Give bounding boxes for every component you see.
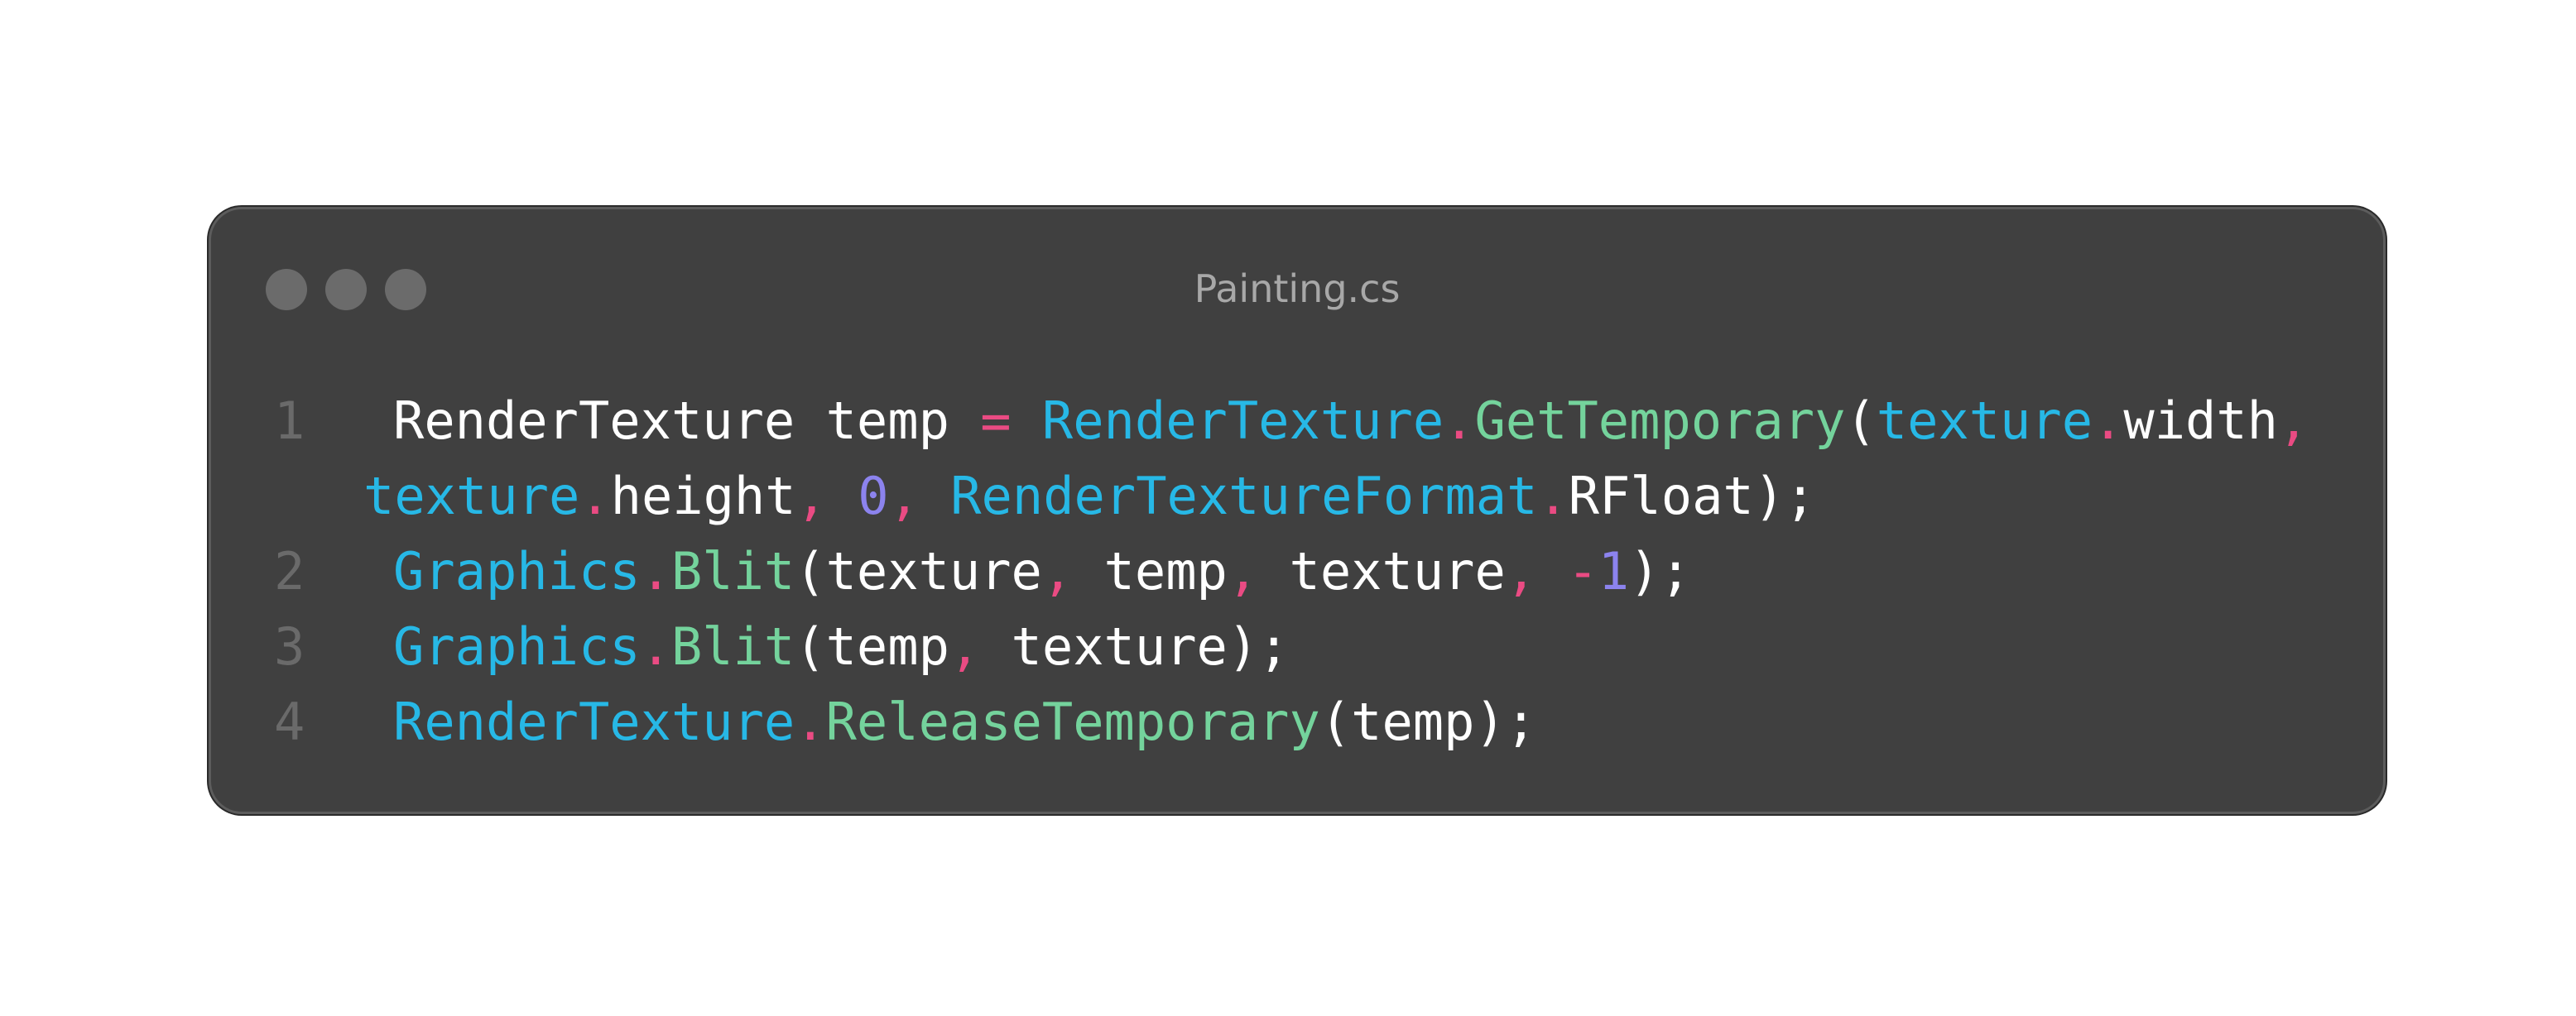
code-token: , [949,616,981,677]
code-token: Graphics [393,541,641,601]
line-number: 4 [274,692,305,752]
code-block: 1 RenderTexture temp = RenderTexture.GetT… [211,383,2383,760]
code-line: texture.height, 0, RenderTextureFormat.R… [211,458,2383,534]
code-token: (temp); [1319,692,1537,752]
code-token: texture [363,466,580,526]
code-text: RenderTexture.ReleaseTemporary(temp); [393,684,1536,760]
code-token: 0 [858,466,889,526]
code-text: Graphics.Blit(texture, temp, texture, -1… [393,534,1691,609]
code-token: , [1041,541,1074,601]
code-token: Blit [670,541,795,601]
code-token: height [610,466,796,526]
code-token: . [640,541,671,601]
code-token: - [1567,541,1598,601]
code-token: . [795,692,826,752]
code-line: 4 RenderTexture.ReleaseTemporary(temp); [211,684,2383,760]
code-text: Graphics.Blit(temp, texture); [393,609,1290,684]
code-token: , [1227,541,1259,601]
code-text: texture.height, 0, RenderTextureFormat.R… [363,458,1815,534]
line-number: 1 [274,391,305,451]
code-token: ); [1629,541,1691,601]
code-token: ( [1845,391,1877,451]
code-token: RFloat); [1568,466,1816,526]
code-token: . [579,466,611,526]
code-token: width [2123,391,2279,451]
code-token: (temp [795,616,949,677]
code-token: . [1444,391,1475,451]
code-token: texture [1258,541,1506,601]
code-token: temp [795,391,981,451]
code-token: , [1505,541,1537,601]
window-title: Painting.cs [1194,266,1401,311]
code-token: 1 [1598,541,1630,601]
code-token: , [888,466,920,526]
code-token: . [640,616,671,677]
code-token: . [2093,391,2124,451]
code-text: RenderTexture temp = RenderTexture.GetTe… [393,383,2309,458]
code-token: RenderTexture [1041,391,1444,451]
code-token: Blit [670,616,795,677]
code-token: RenderTexture [393,692,795,752]
code-token: texture [1876,391,2093,451]
code-token: . [1537,466,1569,526]
code-token: temp [1073,541,1228,601]
code-token: , [795,466,827,526]
code-line: 2 Graphics.Blit(texture, temp, texture, -… [211,534,2383,609]
code-token: RenderTexture [393,391,795,451]
code-token: GetTemporary [1474,391,1846,451]
code-window: Painting.cs 1 RenderTexture temp = Render… [209,207,2386,814]
code-token: ReleaseTemporary [825,692,1320,752]
code-token: , [2278,391,2309,451]
code-token: Graphics [393,616,641,677]
line-number: 2 [274,541,305,601]
code-line: 3 Graphics.Blit(temp, texture); [211,609,2383,684]
code-token: RenderTextureFormat [950,466,1538,526]
line-number: 3 [274,616,305,677]
code-token: texture); [980,616,1290,677]
code-token: = [980,391,1012,451]
code-line: 1 RenderTexture temp = RenderTexture.GetT… [211,383,2383,458]
code-token: (texture [795,541,1042,601]
